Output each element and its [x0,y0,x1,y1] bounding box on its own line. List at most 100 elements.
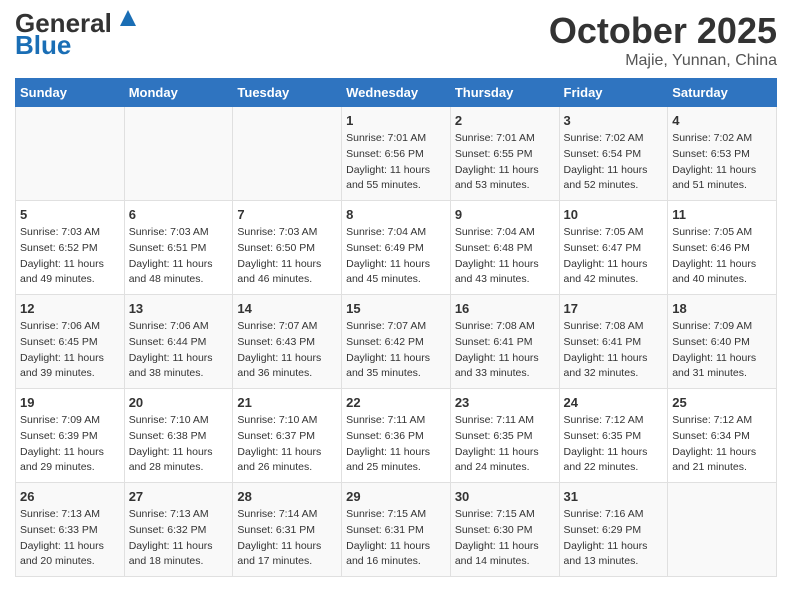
week-row-3: 19 Sunrise: 7:09 AM Sunset: 6:39 PM Dayli… [16,389,777,483]
day-number: 28 [237,489,337,504]
day-cell: 26 Sunrise: 7:13 AM Sunset: 6:33 PM Dayli… [16,483,125,577]
day-number: 5 [20,207,120,222]
day-header-monday: Monday [124,79,233,107]
day-cell: 15 Sunrise: 7:07 AM Sunset: 6:42 PM Dayli… [342,295,451,389]
day-number: 25 [672,395,772,410]
day-number: 26 [20,489,120,504]
month-title: October 2025 [549,10,777,52]
title-block: October 2025 Majie, Yunnan, China [549,10,777,70]
day-number: 21 [237,395,337,410]
day-number: 29 [346,489,446,504]
day-cell: 6 Sunrise: 7:03 AM Sunset: 6:51 PM Daylig… [124,201,233,295]
calendar-container: General Blue October 2025 Majie, Yunnan,… [0,0,792,587]
day-cell: 21 Sunrise: 7:10 AM Sunset: 6:37 PM Dayli… [233,389,342,483]
day-info: Sunrise: 7:09 AM Sunset: 6:40 PM Dayligh… [672,319,772,382]
day-number: 20 [129,395,229,410]
day-number: 17 [564,301,664,316]
day-header-wednesday: Wednesday [342,79,451,107]
day-cell: 23 Sunrise: 7:11 AM Sunset: 6:35 PM Dayli… [450,389,559,483]
logo-blue: Blue [15,32,71,58]
day-header-sunday: Sunday [16,79,125,107]
day-info: Sunrise: 7:16 AM Sunset: 6:29 PM Dayligh… [564,507,664,570]
day-info: Sunrise: 7:03 AM Sunset: 6:52 PM Dayligh… [20,225,120,288]
day-number: 13 [129,301,229,316]
day-cell: 11Sunrise: 7:05 AM Sunset: 6:46 PM Dayli… [668,201,777,295]
day-info: Sunrise: 7:15 AM Sunset: 6:30 PM Dayligh… [455,507,555,570]
day-cell: 10 Sunrise: 7:05 AM Sunset: 6:47 PM Dayli… [559,201,668,295]
day-cell: 16Sunrise: 7:08 AM Sunset: 6:41 PM Dayli… [450,295,559,389]
day-info: Sunrise: 7:13 AM Sunset: 6:32 PM Dayligh… [129,507,229,570]
day-info: Sunrise: 7:03 AM Sunset: 6:50 PM Dayligh… [237,225,337,288]
day-info: Sunrise: 7:04 AM Sunset: 6:49 PM Dayligh… [346,225,446,288]
day-info: Sunrise: 7:09 AM Sunset: 6:39 PM Dayligh… [20,413,120,476]
day-cell: 9Sunrise: 7:04 AM Sunset: 6:48 PM Daylig… [450,201,559,295]
day-cell: 20 Sunrise: 7:10 AM Sunset: 6:38 PM Dayli… [124,389,233,483]
day-cell: 14Sunrise: 7:07 AM Sunset: 6:43 PM Dayli… [233,295,342,389]
day-info: Sunrise: 7:10 AM Sunset: 6:37 PM Dayligh… [237,413,337,476]
day-number: 23 [455,395,555,410]
day-info: Sunrise: 7:03 AM Sunset: 6:51 PM Dayligh… [129,225,229,288]
day-cell: 31 Sunrise: 7:16 AM Sunset: 6:29 PM Dayli… [559,483,668,577]
calendar-table: SundayMondayTuesdayWednesdayThursdayFrid… [15,78,777,577]
day-number: 8 [346,207,446,222]
day-cell: 25 Sunrise: 7:12 AM Sunset: 6:34 PM Dayli… [668,389,777,483]
day-number: 3 [564,113,664,128]
day-cell [233,107,342,201]
day-header-tuesday: Tuesday [233,79,342,107]
day-info: Sunrise: 7:07 AM Sunset: 6:42 PM Dayligh… [346,319,446,382]
day-info: Sunrise: 7:01 AM Sunset: 6:56 PM Dayligh… [346,131,446,194]
day-number: 24 [564,395,664,410]
day-info: Sunrise: 7:06 AM Sunset: 6:45 PM Dayligh… [20,319,120,382]
day-number: 16 [455,301,555,316]
day-cell: 12Sunrise: 7:06 AM Sunset: 6:45 PM Dayli… [16,295,125,389]
day-cell: 5 Sunrise: 7:03 AM Sunset: 6:52 PM Daylig… [16,201,125,295]
day-number: 4 [672,113,772,128]
day-info: Sunrise: 7:11 AM Sunset: 6:35 PM Dayligh… [455,413,555,476]
day-cell: 28 Sunrise: 7:14 AM Sunset: 6:31 PM Dayli… [233,483,342,577]
day-cell: 29 Sunrise: 7:15 AM Sunset: 6:31 PM Dayli… [342,483,451,577]
day-info: Sunrise: 7:01 AM Sunset: 6:55 PM Dayligh… [455,131,555,194]
day-cell: 4 Sunrise: 7:02 AM Sunset: 6:53 PM Daylig… [668,107,777,201]
day-info: Sunrise: 7:10 AM Sunset: 6:38 PM Dayligh… [129,413,229,476]
day-number: 15 [346,301,446,316]
day-number: 19 [20,395,120,410]
day-info: Sunrise: 7:02 AM Sunset: 6:53 PM Dayligh… [672,131,772,194]
day-cell [124,107,233,201]
week-row-2: 12Sunrise: 7:06 AM Sunset: 6:45 PM Dayli… [16,295,777,389]
day-cell: 22 Sunrise: 7:11 AM Sunset: 6:36 PM Dayli… [342,389,451,483]
day-number: 27 [129,489,229,504]
day-header-friday: Friday [559,79,668,107]
day-info: Sunrise: 7:05 AM Sunset: 6:47 PM Dayligh… [564,225,664,288]
day-cell: 2 Sunrise: 7:01 AM Sunset: 6:55 PM Daylig… [450,107,559,201]
day-number: 1 [346,113,446,128]
day-info: Sunrise: 7:14 AM Sunset: 6:31 PM Dayligh… [237,507,337,570]
logo-icon [116,8,138,30]
day-cell: 18 Sunrise: 7:09 AM Sunset: 6:40 PM Dayli… [668,295,777,389]
day-info: Sunrise: 7:12 AM Sunset: 6:34 PM Dayligh… [672,413,772,476]
day-cell: 7Sunrise: 7:03 AM Sunset: 6:50 PM Daylig… [233,201,342,295]
day-info: Sunrise: 7:06 AM Sunset: 6:44 PM Dayligh… [129,319,229,382]
day-info: Sunrise: 7:12 AM Sunset: 6:35 PM Dayligh… [564,413,664,476]
day-number: 6 [129,207,229,222]
day-number: 31 [564,489,664,504]
header: General Blue October 2025 Majie, Yunnan,… [15,10,777,70]
day-number: 10 [564,207,664,222]
day-info: Sunrise: 7:13 AM Sunset: 6:33 PM Dayligh… [20,507,120,570]
day-number: 9 [455,207,555,222]
day-number: 2 [455,113,555,128]
day-cell: 3Sunrise: 7:02 AM Sunset: 6:54 PM Daylig… [559,107,668,201]
day-number: 11 [672,207,772,222]
day-info: Sunrise: 7:15 AM Sunset: 6:31 PM Dayligh… [346,507,446,570]
day-number: 18 [672,301,772,316]
week-row-1: 5 Sunrise: 7:03 AM Sunset: 6:52 PM Daylig… [16,201,777,295]
day-cell: 19 Sunrise: 7:09 AM Sunset: 6:39 PM Dayli… [16,389,125,483]
day-number: 22 [346,395,446,410]
day-info: Sunrise: 7:11 AM Sunset: 6:36 PM Dayligh… [346,413,446,476]
day-cell [16,107,125,201]
logo: General Blue [15,10,138,58]
day-cell: 17Sunrise: 7:08 AM Sunset: 6:41 PM Dayli… [559,295,668,389]
day-cell: 24 Sunrise: 7:12 AM Sunset: 6:35 PM Dayli… [559,389,668,483]
days-header-row: SundayMondayTuesdayWednesdayThursdayFrid… [16,79,777,107]
day-info: Sunrise: 7:07 AM Sunset: 6:43 PM Dayligh… [237,319,337,382]
day-header-saturday: Saturday [668,79,777,107]
